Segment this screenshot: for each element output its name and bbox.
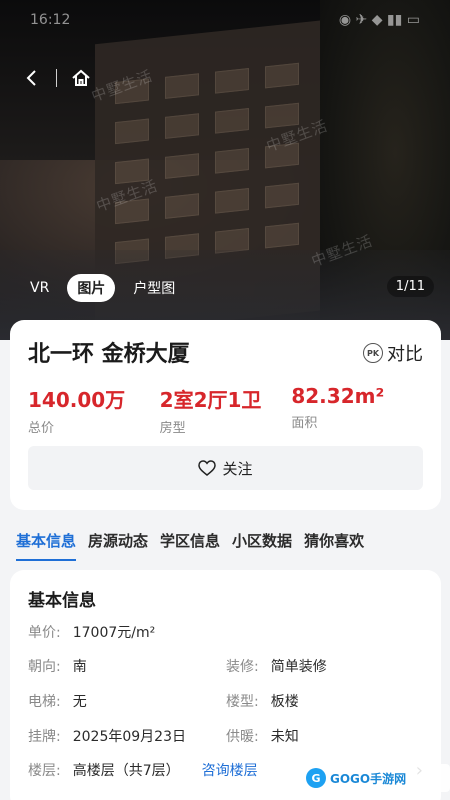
- info-cell: 楼型: 板楼: [226, 691, 299, 711]
- media-tab-vr[interactable]: VR: [20, 276, 59, 300]
- info-label: 楼层:: [28, 763, 61, 779]
- follow-label: 关注: [222, 459, 253, 478]
- follow-button[interactable]: 关注: [28, 446, 423, 490]
- site-watermark-logo: G GOGO手游网: [300, 764, 450, 792]
- info-value: 未知: [270, 729, 299, 745]
- info-label: 供暖:: [226, 729, 259, 745]
- info-cell: 挂牌: 2025年09月23日: [28, 726, 186, 746]
- stat-area: 82.32m² 面积: [291, 384, 423, 436]
- stat-label: 房型: [159, 421, 186, 436]
- info-value: 无: [72, 694, 87, 710]
- tab-listing-updates[interactable]: 房源动态: [88, 526, 148, 555]
- home-icon: [72, 69, 90, 86]
- logo-mark: G: [306, 768, 326, 788]
- top-nav: [18, 64, 95, 92]
- section-tabs: 基本信息 房源动态 学区信息 小区数据 猜你喜欢: [0, 520, 450, 561]
- media-tab-photos[interactable]: 图片: [67, 274, 116, 302]
- info-cell: 朝向: 南: [28, 656, 87, 676]
- tab-recommendations[interactable]: 猜你喜欢: [304, 526, 364, 555]
- media-tab-floorplan[interactable]: 户型图: [123, 274, 185, 302]
- info-cell: 供暖: 未知: [226, 726, 299, 746]
- status-icons: ◉ ✈ ◆ ▮▮ ▭: [338, 12, 420, 28]
- compare-label: 对比: [387, 344, 423, 365]
- info-label: 单价:: [28, 625, 61, 641]
- logo-text: GOGO手游网: [330, 771, 407, 786]
- info-row: 电梯: 无 楼型: 板楼: [28, 691, 423, 713]
- info-value: 17007元/m²: [72, 625, 156, 641]
- info-cell: 装修: 简单装修: [226, 656, 327, 676]
- stat-label: 总价: [28, 421, 55, 436]
- info-value: 板楼: [270, 694, 299, 710]
- stat-layout: 2室2厅1卫 房型: [160, 384, 292, 436]
- info-cell: 楼层: 高楼层（共7层） 咨询楼层: [28, 760, 258, 780]
- status-time: 16:12: [30, 12, 71, 28]
- info-cell: 单价: 17007元/m²: [28, 622, 155, 642]
- basic-info-title: 基本信息: [28, 591, 96, 611]
- back-button[interactable]: [18, 64, 46, 92]
- home-button[interactable]: [67, 64, 95, 92]
- listing-stats: 140.00万 总价 2室2厅1卫 房型 82.32m² 面积: [28, 384, 423, 436]
- chevron-left-icon: [26, 70, 36, 86]
- info-value: 简单装修: [270, 659, 327, 675]
- info-label: 装修:: [226, 659, 259, 675]
- nav-divider: [56, 69, 57, 87]
- info-cell: 电梯: 无: [28, 691, 87, 711]
- info-row: 朝向: 南 装修: 简单装修: [28, 656, 423, 678]
- info-label: 朝向:: [28, 659, 61, 675]
- info-label: 挂牌:: [28, 729, 61, 745]
- status-bar: 16:12 ◉ ✈ ◆ ▮▮ ▭: [0, 0, 450, 40]
- info-row: 挂牌: 2025年09月23日 供暖: 未知: [28, 726, 423, 748]
- heart-icon: [198, 460, 217, 476]
- tab-basic-info[interactable]: 基本信息: [16, 526, 77, 561]
- info-value: 高楼层（共7层）: [72, 763, 180, 779]
- info-label: 楼型:: [226, 694, 259, 710]
- compare-button[interactable]: PK 对比: [363, 340, 423, 366]
- consult-floor-link[interactable]: 咨询楼层: [202, 760, 258, 780]
- stat-value: 2室2厅1卫: [159, 388, 262, 412]
- stat-total-price: 140.00万 总价: [28, 384, 160, 436]
- info-row-unit-price: 单价: 17007元/m²: [28, 622, 423, 644]
- photo-counter: 1/11: [386, 276, 434, 297]
- listing-summary-card: 北一环 金桥大厦 PK 对比 140.00万 总价 2室2厅1卫 房型 82.3…: [10, 320, 441, 510]
- info-value: 2025年09月23日: [72, 729, 186, 745]
- stat-value: 82.32m²: [291, 384, 385, 408]
- stat-label: 面积: [291, 416, 318, 431]
- tab-school-info[interactable]: 学区信息: [160, 526, 220, 555]
- info-label: 电梯:: [28, 694, 61, 710]
- info-value: 南: [72, 659, 87, 675]
- tab-community-data[interactable]: 小区数据: [232, 526, 292, 555]
- stat-value: 140.00万: [28, 388, 126, 412]
- pk-icon: PK: [363, 343, 383, 363]
- media-tabs: VR 图片 户型图: [20, 274, 185, 302]
